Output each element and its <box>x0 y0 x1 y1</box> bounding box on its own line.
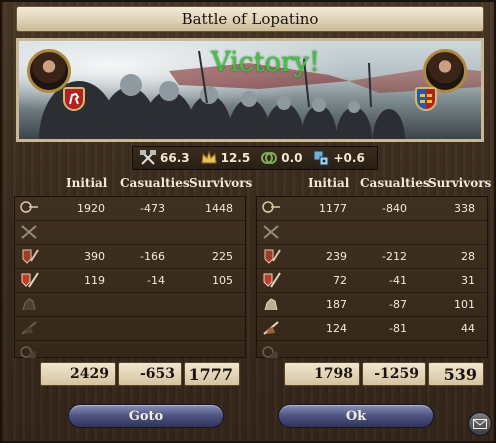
stat-value: 0.0 <box>281 151 303 165</box>
header-survivors: Survivors <box>428 176 492 190</box>
crown-icon <box>200 149 218 167</box>
attacker-table: Initial Casualties Survivors 1920 -473 1… <box>14 174 252 358</box>
table-row[interactable] <box>257 341 487 364</box>
cell-initial: 72 <box>333 274 347 287</box>
cell-casualties: -473 <box>140 202 165 215</box>
dice-icon <box>312 149 330 167</box>
ok-button[interactable]: Ok <box>278 404 434 428</box>
header-initial: Initial <box>308 176 350 190</box>
total-casualties: -1259 <box>362 362 426 386</box>
cell-survivors: 338 <box>454 202 475 215</box>
header-casualties: Casualties <box>360 176 430 190</box>
total-initial: 2429 <box>40 362 116 386</box>
battle-result-window: Battle of Lopatino Victory! 66.3 12.5 0.… <box>0 0 496 443</box>
table-row[interactable] <box>15 293 245 317</box>
stat-value: 12.5 <box>220 151 251 165</box>
defender-table: Initial Casualties Survivors 1177 -840 3… <box>256 174 492 358</box>
light-infantry-icon <box>261 223 281 241</box>
pikemen-icon <box>19 271 39 289</box>
cell-initial: 124 <box>326 322 347 335</box>
knights-icon <box>261 319 281 337</box>
table-row[interactable]: 1177 -840 338 <box>257 197 487 221</box>
stat-value: 66.3 <box>160 151 190 165</box>
heavy-infantry-icon <box>19 247 39 265</box>
pikemen-icon <box>261 271 281 289</box>
cell-casualties: -212 <box>382 250 407 263</box>
table-row[interactable] <box>15 341 245 364</box>
horse-archers-icon <box>261 343 281 361</box>
table-row[interactable]: 119 -14 105 <box>15 269 245 293</box>
defender-coat-of-arms-icon[interactable] <box>415 87 437 111</box>
cell-survivors: 28 <box>461 250 475 263</box>
light-cavalry-icon <box>19 295 39 313</box>
cell-survivors: 1448 <box>205 202 233 215</box>
cell-initial: 1920 <box>77 202 105 215</box>
table-row[interactable] <box>15 317 245 341</box>
cell-casualties: -81 <box>389 322 407 335</box>
total-survivors: 539 <box>428 362 484 386</box>
table-row[interactable]: 1920 -473 1448 <box>15 197 245 221</box>
header-survivors: Survivors <box>189 176 253 190</box>
light-cavalry-icon <box>261 295 281 313</box>
cell-casualties: -87 <box>389 298 407 311</box>
table-row[interactable]: 72 -41 31 <box>257 269 487 293</box>
table-row[interactable]: 239 -212 28 <box>257 245 487 269</box>
goto-button[interactable]: Goto <box>68 404 224 428</box>
cell-initial: 239 <box>326 250 347 263</box>
cell-casualties: -14 <box>147 274 165 287</box>
total-casualties: -653 <box>118 362 182 386</box>
window-title: Battle of Lopatino <box>16 6 484 32</box>
header-casualties: Casualties <box>120 176 190 190</box>
knot-icon <box>260 149 278 167</box>
table-row[interactable]: 390 -166 225 <box>15 245 245 269</box>
table-row[interactable]: 124 -81 44 <box>257 317 487 341</box>
cell-survivors: 105 <box>212 274 233 287</box>
cell-initial: 187 <box>326 298 347 311</box>
victory-text: Victory! <box>211 47 320 78</box>
horse-archers-icon <box>19 343 39 361</box>
cell-casualties: -840 <box>382 202 407 215</box>
defender-rows: 1177 -840 338 239 -212 28 72 -41 31 187 … <box>256 196 488 358</box>
attacker-coat-of-arms-icon[interactable] <box>63 87 85 111</box>
total-survivors: 1777 <box>184 362 240 386</box>
battle-modifiers-bar: 66.3 12.5 0.0 +0.6 <box>132 146 378 170</box>
attacker-rows: 1920 -473 1448 390 -166 225 119 -14 105 <box>14 196 246 358</box>
cell-casualties: -166 <box>140 250 165 263</box>
defender-totals: 1798 -1259 539 <box>284 362 484 386</box>
cell-survivors: 225 <box>212 250 233 263</box>
battle-banner: Victory! <box>16 38 484 142</box>
attacker-header: Initial Casualties Survivors <box>14 174 252 192</box>
total-initial: 1798 <box>284 362 360 386</box>
archer-icon <box>261 199 281 217</box>
stat-luck: +0.6 <box>312 149 365 167</box>
archer-icon <box>19 199 39 217</box>
light-infantry-icon <box>19 223 39 241</box>
table-row[interactable] <box>257 221 487 245</box>
table-row[interactable]: 187 -87 101 <box>257 293 487 317</box>
knights-icon <box>19 319 39 337</box>
stat-terrain: 0.0 <box>260 149 302 167</box>
cell-casualties: -41 <box>389 274 407 287</box>
table-row[interactable] <box>15 221 245 245</box>
cell-initial: 119 <box>84 274 105 287</box>
cell-initial: 390 <box>84 250 105 263</box>
stat-value: +0.6 <box>333 151 365 165</box>
cell-survivors: 31 <box>461 274 475 287</box>
header-initial: Initial <box>66 176 108 190</box>
stat-leadership: 12.5 <box>200 149 251 167</box>
attacker-totals: 2429 -653 1777 <box>40 362 240 386</box>
stat-tactics: 66.3 <box>139 149 190 167</box>
heavy-infantry-icon <box>261 247 281 265</box>
defender-header: Initial Casualties Survivors <box>256 174 492 192</box>
cell-survivors: 44 <box>461 322 475 335</box>
cell-initial: 1177 <box>319 202 347 215</box>
crossed-axes-icon <box>139 149 157 167</box>
cell-survivors: 101 <box>454 298 475 311</box>
mail-icon[interactable] <box>468 412 492 436</box>
